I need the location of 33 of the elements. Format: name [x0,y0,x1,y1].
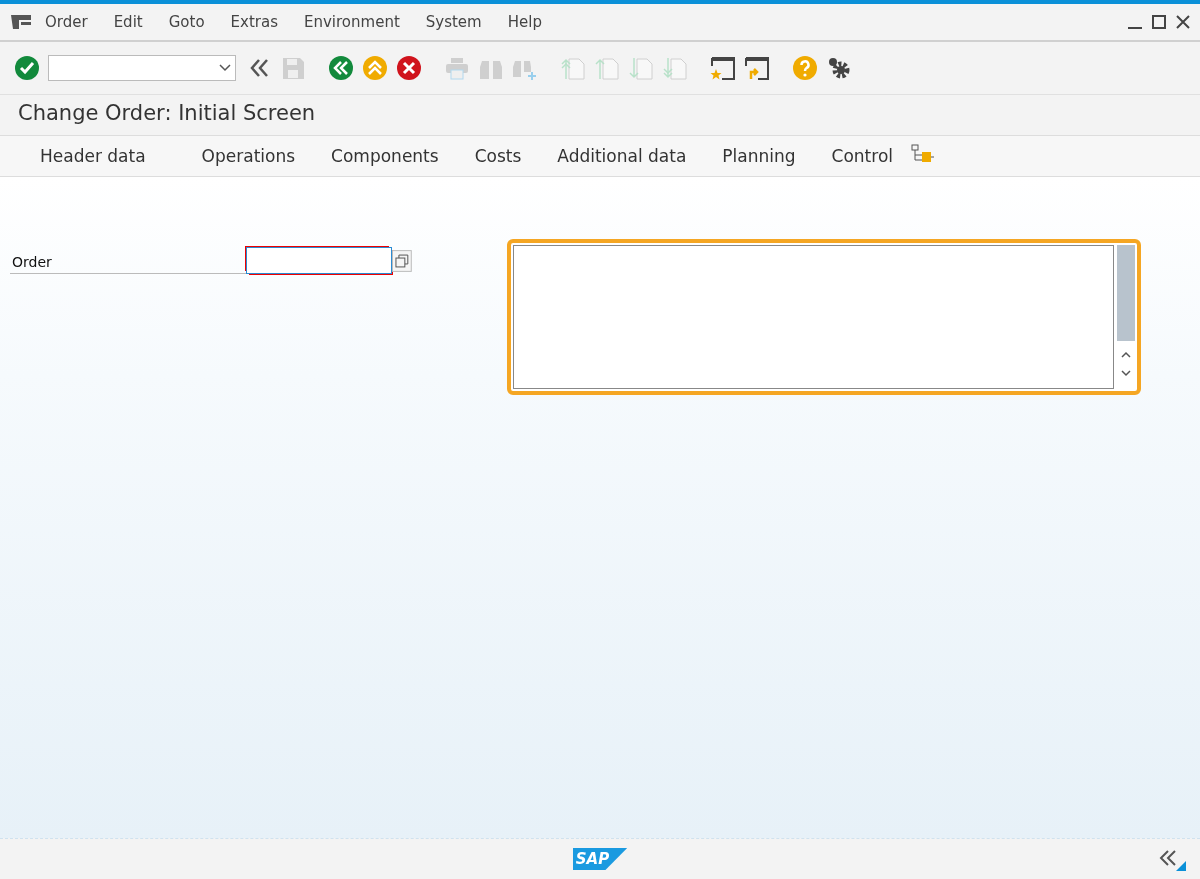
window-star-icon[interactable] [710,55,736,81]
tab[interactable]: Components [313,146,457,166]
value-help-icon[interactable] [392,249,412,272]
close-icon[interactable] [1176,15,1190,29]
tab[interactable]: Control [813,146,912,166]
field-label: Order [10,247,247,274]
menu-item[interactable]: Extras [217,13,291,31]
help-icon[interactable] [792,55,818,81]
command-field[interactable] [48,55,236,81]
double-chevron-up-icon[interactable] [362,55,388,81]
tab[interactable]: Header data [22,146,164,166]
checkmark-icon[interactable] [14,55,40,81]
scrollbar-thumb[interactable] [1117,245,1135,341]
tab[interactable]: Costs [456,146,540,166]
maximize-icon[interactable] [1152,15,1166,29]
menu-item[interactable]: Order [32,13,101,31]
logo: SAP [572,848,628,870]
menu-item[interactable]: Goto [155,13,218,31]
menu-item[interactable]: Help [494,13,555,31]
order-input[interactable] [246,247,393,274]
tab[interactable]: Planning [704,146,814,166]
tab[interactable]: Operations [183,146,314,166]
double-chevron-left-icon[interactable] [1158,847,1186,871]
window-arrow-icon[interactable] [744,55,770,81]
menu-item[interactable]: Environment [291,13,413,31]
screen-title: Change Order: Initial Screen [17,100,317,127]
menu-icon[interactable] [10,13,32,31]
back-icon[interactable] [328,55,354,81]
menu-item[interactable]: System [412,13,495,31]
menu-item[interactable]: Edit [100,13,156,31]
tab[interactable]: Additional data [539,146,705,166]
cancel-icon[interactable] [396,55,422,81]
chevron-down-icon [219,64,231,72]
